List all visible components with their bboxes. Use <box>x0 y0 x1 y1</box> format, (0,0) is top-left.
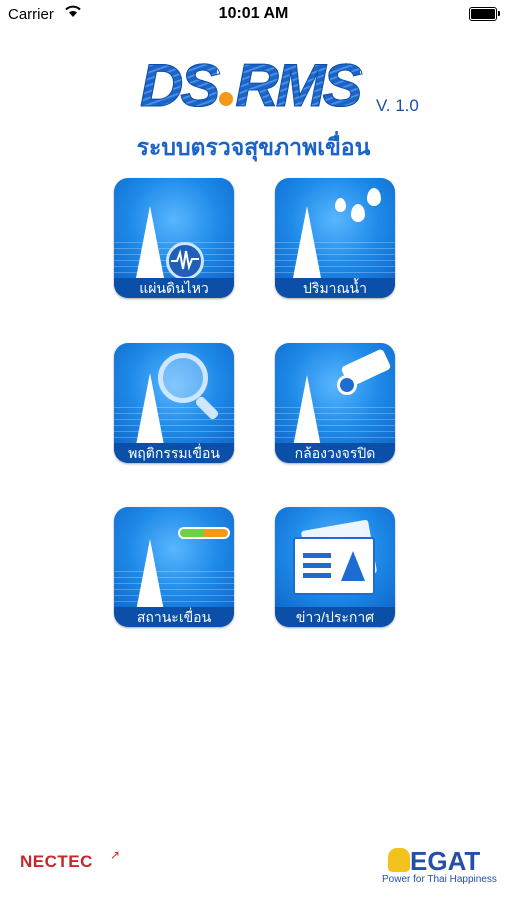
tile-dam-status[interactable]: สถานะเขื่อน <box>114 507 234 627</box>
egat-logo: EGAT <box>410 846 481 876</box>
water-drop-icon <box>351 204 365 222</box>
news-icon <box>293 537 375 595</box>
news-line <box>303 553 331 558</box>
water-pattern <box>114 571 234 607</box>
logo-text-right: RMS <box>235 52 363 119</box>
tile-cctv[interactable]: กล้องวงจรปิด <box>275 343 395 463</box>
dam-icon <box>136 206 164 278</box>
logo-text-left: DS <box>139 52 220 119</box>
status-bar: Carrier 10:01 AM <box>0 0 507 28</box>
tile-label: ข่าว/ประกาศ <box>275 607 395 627</box>
news-line <box>303 573 331 578</box>
camera-lens <box>337 375 357 395</box>
dam-icon <box>293 375 321 447</box>
app-subtitle: ระบบตรวจสุขภาพเขื่อน <box>136 134 371 160</box>
version-label: V. 1.0 <box>376 96 419 115</box>
seismo-wave <box>171 249 199 271</box>
tile-news[interactable]: ข่าว/ประกาศ <box>275 507 395 627</box>
battery-icon <box>469 7 500 21</box>
tile-dam-behavior[interactable]: พฤติกรรมเขื่อน <box>114 343 234 463</box>
tile-label: สถานะเขื่อน <box>114 607 234 627</box>
egat-tagline: Power for Thai Happiness <box>382 874 497 885</box>
logo-dot <box>219 91 234 106</box>
dam-icon <box>136 539 164 611</box>
clock: 10:01 AM <box>218 5 289 22</box>
egat-emblem-icon <box>388 848 410 872</box>
tile-label: แผ่นดินไหว <box>114 278 234 298</box>
status-indicator-icon <box>178 527 230 539</box>
dam-icon <box>293 206 321 278</box>
tile-label: ปริมาณน้ำ <box>275 278 395 298</box>
nectec-logo: NECTEC <box>20 852 93 871</box>
tile-water-volume[interactable]: ปริมาณน้ำ <box>275 178 395 298</box>
news-line <box>303 563 331 568</box>
tile-label: กล้องวงจรปิด <box>275 443 395 463</box>
tile-earthquake[interactable]: แผ่นดินไหว <box>114 178 234 298</box>
nectec-mark-icon: ↗ <box>110 848 121 862</box>
news-image-icon <box>341 551 365 581</box>
tile-label: พฤติกรรมเขื่อน <box>114 443 234 463</box>
app-logo: DS RMS <box>139 55 363 116</box>
water-drop-icon <box>335 198 346 212</box>
water-drop-icon <box>367 188 381 206</box>
seismograph-icon <box>166 242 204 280</box>
